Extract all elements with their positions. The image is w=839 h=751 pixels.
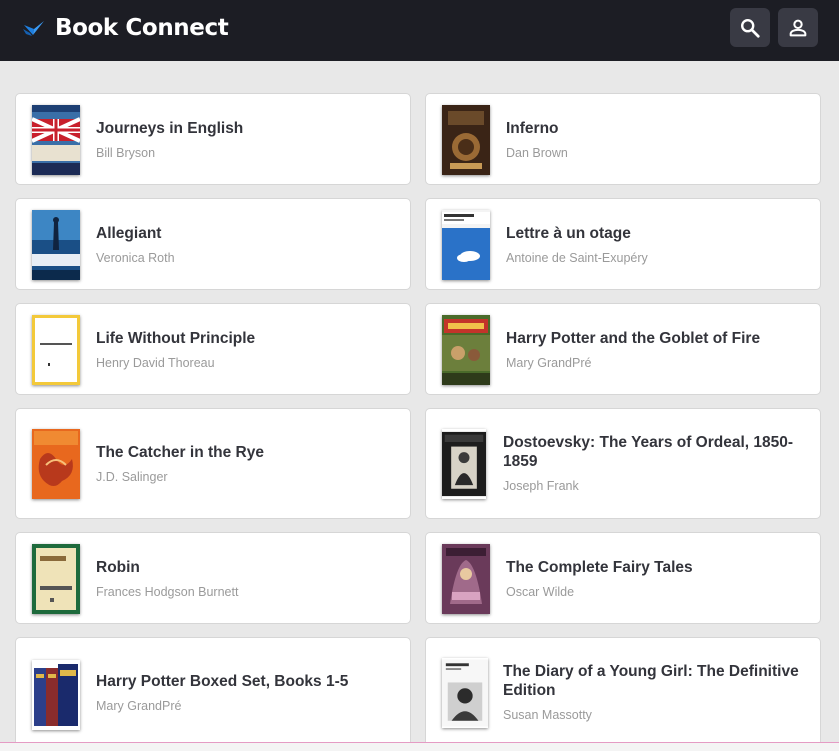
book-title: Journeys in English <box>96 120 244 137</box>
book-title: Harry Potter Boxed Set, Books 1-5 <box>96 673 349 690</box>
book-card[interactable]: Dostoevsky: The Years of Ordeal, 1850-18… <box>425 408 821 519</box>
book-card[interactable]: The Complete Fairy Tales Oscar Wilde <box>425 532 821 624</box>
book-author: Antoine de Saint-Exupéry <box>506 251 648 265</box>
book-author: Oscar Wilde <box>506 585 575 599</box>
profile-button[interactable] <box>778 8 818 47</box>
book-cover-image <box>442 105 490 175</box>
book-author: Frances Hodgson Burnett <box>96 585 239 599</box>
book-title: Robin <box>96 559 140 576</box>
book-cover-image <box>32 660 80 730</box>
book-card[interactable]: Harry Potter and the Goblet of Fire Mary… <box>425 303 821 395</box>
book-card[interactable]: The Catcher in the Rye J.D. Salinger <box>15 408 411 519</box>
app-title: Book Connect <box>55 15 229 41</box>
book-author: Joseph Frank <box>503 479 579 493</box>
book-card[interactable]: Robin Frances Hodgson Burnett <box>15 532 411 624</box>
book-cover-image <box>442 544 490 614</box>
book-author: Dan Brown <box>506 146 568 160</box>
book-title: Harry Potter and the Goblet of Fire <box>506 330 761 347</box>
book-author: Bill Bryson <box>96 146 156 160</box>
brand[interactable]: Book Connect <box>22 11 229 45</box>
book-title: Lettre à un otage <box>506 225 631 242</box>
book-card[interactable]: Allegiant Veronica Roth <box>15 198 411 290</box>
book-card[interactable]: Inferno Dan Brown <box>425 93 821 185</box>
book-title: The Catcher in the Rye <box>96 444 264 461</box>
book-connect-logo-icon <box>23 21 44 36</box>
book-cover-image <box>32 544 80 614</box>
book-cover-image <box>32 210 80 280</box>
book-card[interactable]: Life Without Principle Henry David Thore… <box>15 303 411 395</box>
book-card[interactable]: Lettre à un otage Antoine de Saint-Exupé… <box>425 198 821 290</box>
book-cover-image <box>442 210 490 280</box>
book-cover-image <box>442 315 490 385</box>
book-title: The Complete Fairy Tales <box>506 559 693 576</box>
book-cover-image <box>32 429 80 499</box>
book-author: Veronica Roth <box>96 251 175 265</box>
app-header: Book Connect <box>0 0 839 61</box>
book-author: Mary GrandPré <box>96 699 182 713</box>
book-cover-image <box>32 315 80 385</box>
book-title: Dostoevsky: The Years of Ordeal, 1850-18… <box>503 434 794 470</box>
person-icon <box>789 19 807 36</box>
book-title: Life Without Principle <box>96 330 256 347</box>
book-card[interactable]: Harry Potter Boxed Set, Books 1-5 Mary G… <box>15 637 411 742</box>
book-author: Mary GrandPré <box>506 356 592 370</box>
book-title: Allegiant <box>96 225 162 242</box>
book-title: Inferno <box>506 120 559 137</box>
book-author: Susan Massotty <box>503 708 592 722</box>
book-card[interactable]: The Diary of a Young Girl: The Definitiv… <box>425 637 821 742</box>
book-author: Henry David Thoreau <box>96 356 215 370</box>
search-icon <box>741 18 760 38</box>
search-button[interactable] <box>730 8 770 47</box>
book-title: The Diary of a Young Girl: The Definitiv… <box>503 663 799 699</box>
book-author: J.D. Salinger <box>96 470 168 484</box>
book-card[interactable]: Journeys in English Bill Bryson <box>15 93 411 185</box>
book-cover-image <box>32 105 80 175</box>
book-cover-image <box>442 658 488 728</box>
book-list: Journeys in English Bill Bryson Inferno … <box>0 61 839 742</box>
book-cover-image <box>442 429 486 499</box>
